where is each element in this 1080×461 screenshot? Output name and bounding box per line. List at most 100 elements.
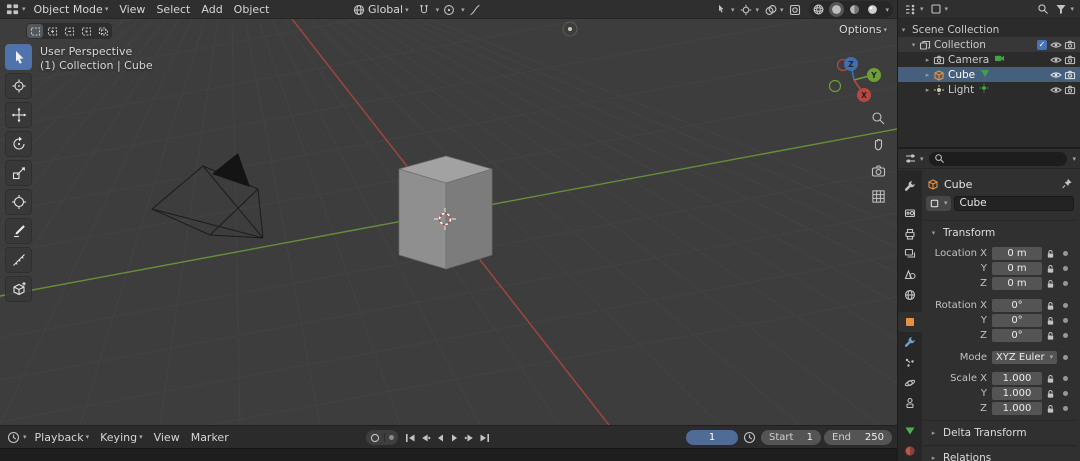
tool-annotate[interactable] (5, 218, 32, 244)
transform-section-header[interactable]: ▾ Transform (924, 224, 1076, 242)
navigation-gizmo[interactable]: Z Y X (827, 53, 883, 112)
disclosure-triangle-icon[interactable]: ▾ (898, 26, 909, 34)
gizmo-x-handle[interactable]: X (857, 88, 871, 102)
jump-to-end-button[interactable] (478, 430, 492, 446)
tool-cursor[interactable] (5, 73, 32, 99)
rotation-mode-dropdown[interactable]: XYZ Euler▾ (992, 351, 1057, 364)
tab-object-data[interactable] (898, 420, 922, 440)
scale-x-field[interactable]: 1.000 (992, 372, 1042, 385)
outliner-display-mode-button[interactable]: ▾ (928, 3, 951, 15)
editor-type-button[interactable]: ▾ (4, 3, 28, 16)
tab-render[interactable] (898, 203, 922, 223)
select-mode-subtract[interactable] (61, 24, 77, 38)
lock-icon[interactable] (1044, 316, 1057, 326)
properties-search-input[interactable] (929, 152, 1068, 166)
gizmo-y-handle[interactable]: Y (867, 68, 881, 82)
outliner-filter-button[interactable]: ▾ (1053, 3, 1076, 15)
lock-icon[interactable] (1044, 389, 1057, 399)
select-mode-set[interactable] (27, 24, 43, 38)
menu-view[interactable]: View (114, 2, 150, 17)
cube-object[interactable] (399, 156, 492, 269)
snap-menu-button[interactable]: ▾ (436, 6, 440, 14)
tab-tool[interactable] (898, 176, 922, 196)
animate-dot[interactable] (1063, 391, 1068, 396)
lock-icon[interactable] (1044, 374, 1057, 384)
select-mode-extend[interactable] (44, 24, 60, 38)
options-button[interactable]: Options▾ (839, 23, 887, 36)
delta-transform-section-header[interactable]: ▸ Delta Transform (924, 424, 1076, 442)
disclosure-triangle-icon[interactable]: ▸ (922, 56, 933, 64)
tab-constraints[interactable] (898, 393, 922, 413)
hide-viewport-toggle[interactable] (1049, 70, 1063, 80)
frame-end-field[interactable]: End 250 (824, 430, 892, 445)
viewport-3d[interactable]: User Perspective (1) Collection | Cube O… (0, 19, 897, 425)
tool-add-cube[interactable] (5, 276, 32, 302)
mode-select[interactable]: Object Mode▾ (29, 2, 114, 17)
disclosure-triangle-icon[interactable]: ▾ (908, 41, 919, 49)
object-name-field[interactable]: Cube (954, 196, 1074, 211)
animate-dot[interactable] (1063, 318, 1068, 323)
animate-dot[interactable] (1063, 406, 1068, 411)
hide-viewport-toggle[interactable] (1049, 85, 1063, 95)
timeline-menu-view[interactable]: View (149, 430, 185, 445)
timeline-editor-button[interactable]: ▾ (5, 431, 29, 444)
disable-render-toggle[interactable] (1063, 84, 1077, 95)
falloff-button[interactable] (467, 4, 483, 16)
outliner-row-cube[interactable]: ▸ Cube (898, 67, 1080, 82)
tool-rotate[interactable] (5, 131, 32, 157)
pin-icon[interactable] (1061, 178, 1073, 190)
tab-world[interactable] (898, 285, 922, 305)
tab-view-layer[interactable] (898, 244, 922, 264)
jump-to-start-button[interactable] (403, 430, 417, 446)
ortho-toggle-button[interactable] (871, 189, 886, 207)
gizmo-neg-y-handle[interactable] (830, 81, 841, 92)
disclosure-triangle-icon[interactable]: ▸ (922, 71, 933, 79)
animate-dot[interactable] (1063, 333, 1068, 338)
scale-z-field[interactable]: 1.000 (992, 402, 1042, 415)
outliner-editor-button[interactable]: ▾ (902, 3, 926, 16)
shading-menu-button[interactable]: ▾ (885, 6, 889, 14)
next-keyframe-button[interactable] (463, 430, 477, 446)
tool-move[interactable] (5, 102, 32, 128)
object-visibility-button[interactable]: ▾ (714, 4, 737, 16)
tab-scene[interactable] (898, 264, 922, 284)
menu-keying[interactable]: Keying▾ (95, 430, 147, 445)
show-gizmo-button[interactable]: ▾ (738, 4, 761, 16)
rotation-x-field[interactable]: 0° (992, 299, 1042, 312)
outliner-row-scene-collection[interactable]: ▾ Scene Collection (898, 22, 1080, 37)
hide-viewport-toggle[interactable] (1049, 40, 1063, 50)
shading-material-button[interactable] (847, 2, 862, 17)
shading-rendered-button[interactable] (865, 2, 880, 17)
select-mode-intersect[interactable] (95, 24, 111, 38)
tool-measure[interactable] (5, 247, 32, 273)
proportional-menu-button[interactable]: ▾ (461, 6, 465, 14)
pan-button[interactable] (871, 137, 886, 155)
disclosure-triangle-icon[interactable]: ▸ (922, 86, 933, 94)
scale-y-field[interactable]: 1.000 (992, 387, 1042, 400)
lock-icon[interactable] (1044, 331, 1057, 341)
tab-material[interactable] (898, 441, 922, 461)
disable-render-toggle[interactable] (1063, 54, 1077, 65)
tab-particles[interactable] (898, 353, 922, 373)
lock-icon[interactable] (1044, 404, 1057, 414)
xray-toggle[interactable] (787, 4, 803, 16)
tool-select-box[interactable] (5, 44, 32, 70)
show-overlays-button[interactable]: ▾ (763, 4, 786, 16)
zoom-button[interactable] (871, 111, 886, 129)
outliner-row-collection[interactable]: ▾ Collection ✓ (898, 37, 1080, 52)
hide-viewport-toggle[interactable] (1049, 55, 1063, 65)
outliner-row-light[interactable]: ▸ Light (898, 82, 1080, 97)
outliner-row-camera[interactable]: ▸ Camera (898, 52, 1080, 67)
rotation-y-field[interactable]: 0° (992, 314, 1042, 327)
play-reverse-button[interactable] (433, 430, 447, 446)
animate-dot[interactable] (1063, 376, 1068, 381)
preview-range-button[interactable] (741, 431, 758, 444)
lock-icon[interactable] (1044, 279, 1057, 289)
play-button[interactable] (448, 430, 462, 446)
tab-physics[interactable] (898, 373, 922, 393)
tool-scale[interactable] (5, 160, 32, 186)
orientation-select[interactable]: Global▾ (348, 2, 414, 17)
location-z-field[interactable]: 0 m (992, 277, 1042, 290)
select-mode-invert[interactable] (78, 24, 94, 38)
lock-icon[interactable] (1044, 264, 1057, 274)
